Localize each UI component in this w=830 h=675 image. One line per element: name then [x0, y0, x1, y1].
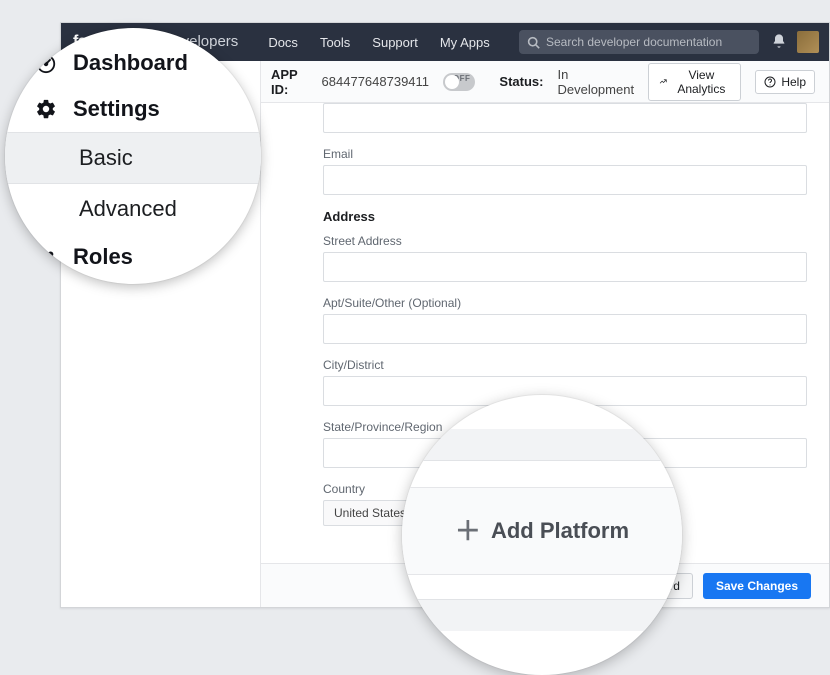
avatar[interactable] [797, 31, 819, 53]
status-value: In Development [557, 67, 634, 97]
analytics-icon [659, 76, 667, 87]
sidebar-item-label: Settings [73, 96, 160, 122]
view-analytics-button[interactable]: View Analytics [648, 63, 741, 101]
apt-input[interactable] [323, 314, 807, 344]
notifications-icon[interactable] [771, 33, 787, 52]
top-input[interactable] [323, 103, 807, 133]
apt-label: Apt/Suite/Other (Optional) [323, 296, 807, 310]
sidebar-sub-label: Basic [79, 145, 133, 170]
sidebar-item-settings[interactable]: Settings [5, 86, 261, 132]
search-box[interactable] [519, 30, 759, 54]
users-icon [33, 246, 59, 268]
appid-value: 684477648739411 [322, 74, 430, 89]
nav-support[interactable]: Support [372, 35, 418, 50]
address-header: Address [323, 209, 807, 224]
add-platform-zoom-bubble: ＋ Add Platform [402, 395, 682, 675]
view-analytics-label: View Analytics [672, 68, 730, 96]
save-changes-button[interactable]: Save Changes [703, 573, 811, 599]
add-platform-label: Add Platform [491, 518, 629, 544]
nav-tools[interactable]: Tools [320, 35, 350, 50]
search-icon [527, 36, 540, 49]
street-input[interactable] [323, 252, 807, 282]
add-platform-button[interactable]: ＋ Add Platform [402, 487, 682, 575]
status-label: Status: [499, 74, 543, 89]
help-label: Help [781, 75, 806, 89]
plus-icon: ＋ [455, 518, 481, 544]
sidebar-sub-label: Advanced [79, 196, 177, 221]
sidebar-sub-advanced[interactable]: Advanced [5, 184, 261, 234]
sidebar-sub-basic[interactable]: Basic [5, 132, 261, 184]
sidebar-zoom-bubble: Dashboard Settings Basic Advanced Roles [5, 28, 261, 284]
city-label: City/District [323, 358, 807, 372]
gear-icon [33, 98, 59, 120]
toggle-off-label: OFF [453, 74, 471, 83]
help-icon [764, 76, 776, 88]
sidebar-item-label: Dashboard [73, 50, 188, 76]
country-value: United States [334, 506, 406, 520]
gauge-icon [33, 52, 59, 74]
sidebar-item-roles[interactable]: Roles [5, 234, 261, 280]
help-button[interactable]: Help [755, 70, 815, 94]
sidebar-item-dashboard[interactable]: Dashboard [5, 40, 261, 86]
street-label: Street Address [323, 234, 807, 248]
search-input[interactable] [546, 35, 751, 49]
nav-myapps[interactable]: My Apps [440, 35, 490, 50]
contact-email-label: Email [323, 147, 807, 161]
contact-email-input[interactable] [323, 165, 807, 195]
nav-docs[interactable]: Docs [268, 35, 298, 50]
live-toggle[interactable]: OFF [443, 73, 475, 91]
sidebar-item-label: Roles [73, 244, 133, 270]
appid-label: APP ID: [271, 67, 308, 97]
nav-links: Docs Tools Support My Apps [268, 35, 489, 50]
